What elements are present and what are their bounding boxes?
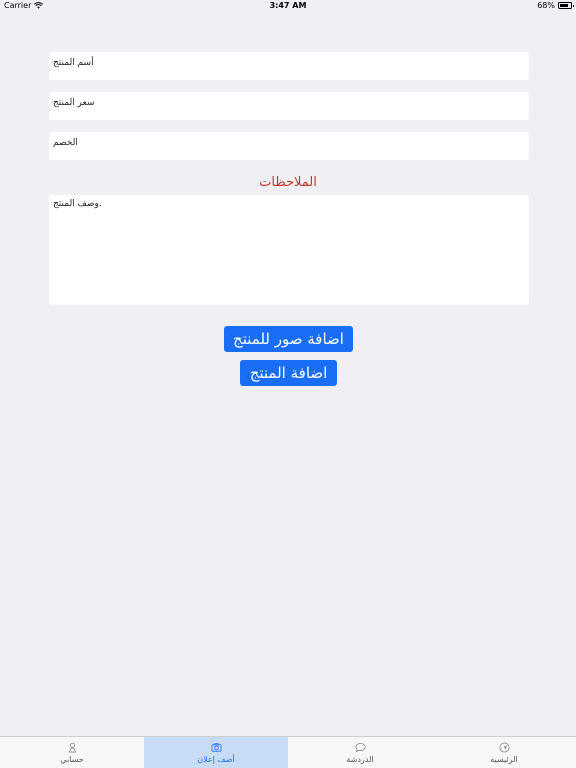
add-product-images-button[interactable]: اضافة صور للمنتج [224,326,353,352]
discount-field[interactable]: الخصم [49,132,529,160]
tab-label: الدردشة [346,754,374,764]
notes-label: الملاحظات [259,175,317,190]
clock: 3:47 AM [269,1,307,10]
product-name-field[interactable]: أسم المنتج [49,52,529,80]
status-bar: Carrier 3:47 AM 68% [0,0,576,12]
navigation-arrow-icon [499,742,509,752]
tab-bar: حسابي أضف إعلان الدردشة الرئيسيه [0,736,576,768]
product-price-field[interactable]: سعر المنتج [49,92,529,120]
tab-chat[interactable]: الدردشة [288,737,432,768]
add-product-button[interactable]: اضافة المنتج [240,360,337,386]
tab-label: أضف إعلان [197,754,235,764]
tab-label: الرئيسيه [490,754,518,764]
tab-my-account[interactable]: حسابي [0,737,144,768]
person-icon [68,742,76,752]
battery-percentage: 68% [537,1,555,10]
chat-bubble-icon [355,742,365,753]
tab-home[interactable]: الرئيسيه [432,737,576,768]
battery-icon [558,2,574,9]
camera-icon [211,742,221,752]
notes-textarea[interactable]: وصف المنتج. [49,195,529,305]
battery-group: 68% [537,1,574,10]
tab-add-ad[interactable]: أضف إعلان [144,737,288,768]
tab-label: حسابي [60,754,84,764]
